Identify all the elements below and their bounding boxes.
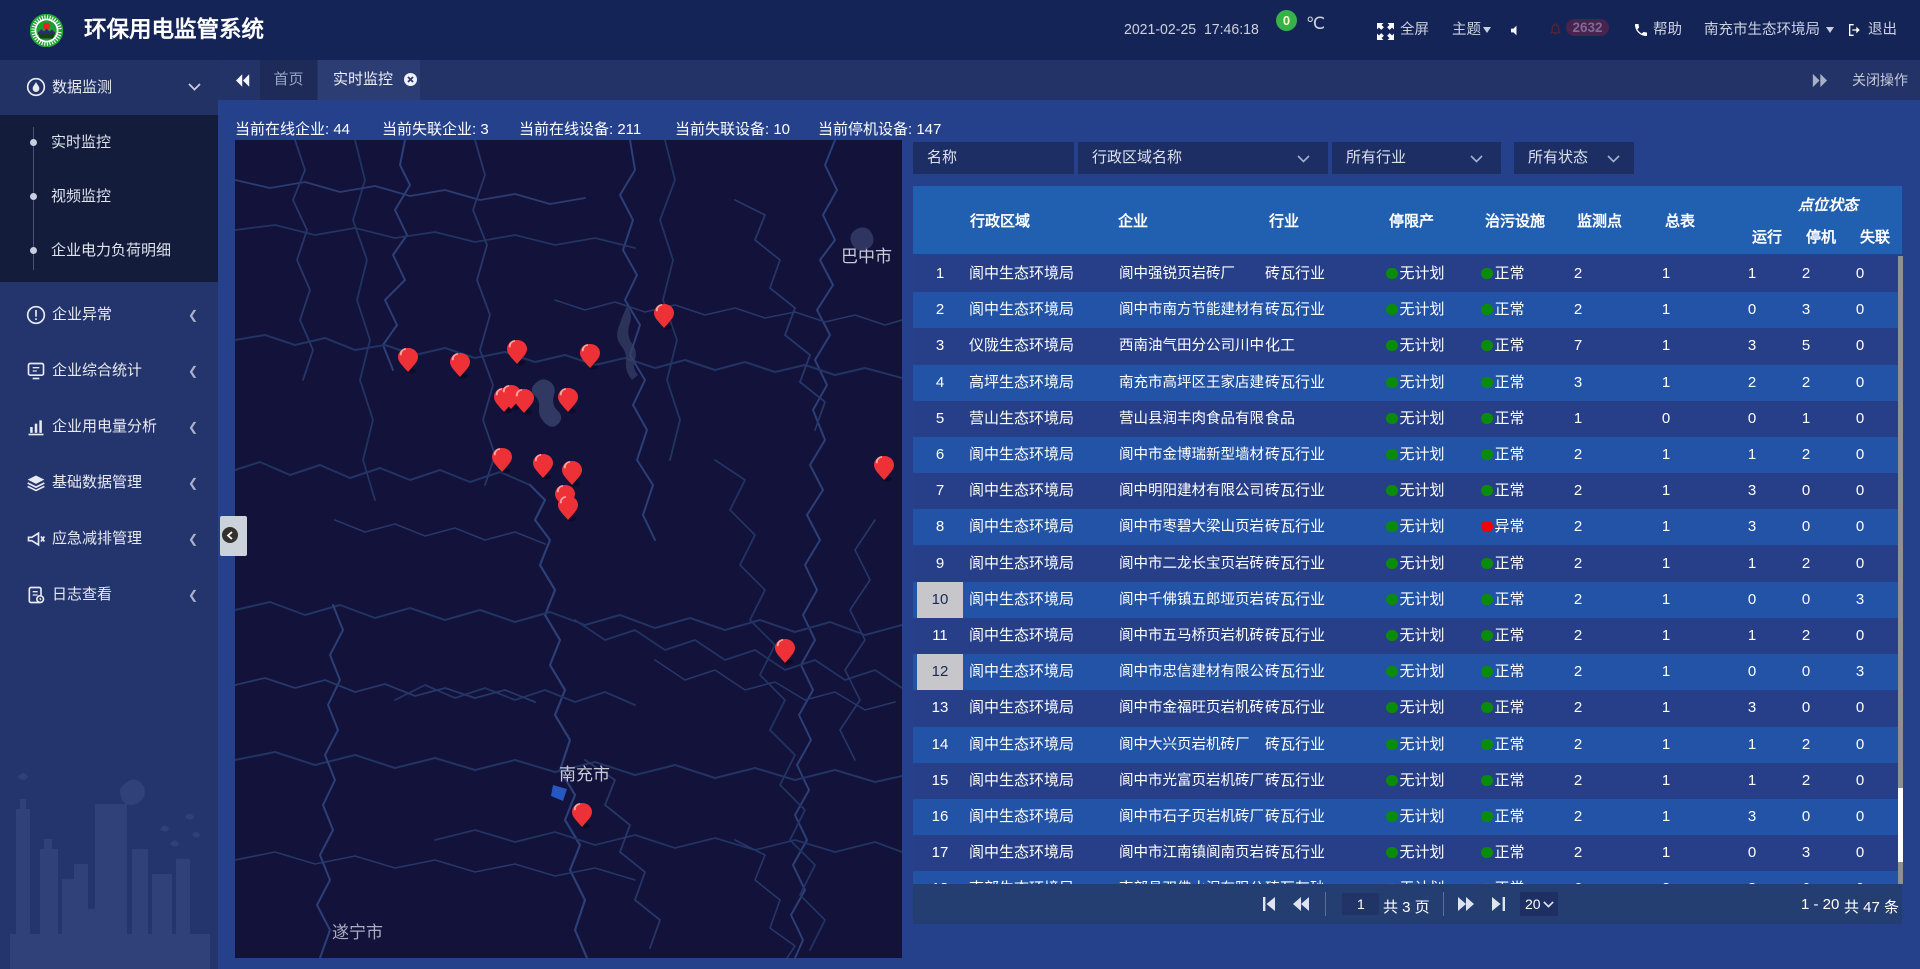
svg-text:遂宁市: 遂宁市 [332, 923, 383, 942]
svg-text:巴中市: 巴中市 [841, 247, 892, 266]
svg-text:南充市: 南充市 [559, 765, 610, 784]
